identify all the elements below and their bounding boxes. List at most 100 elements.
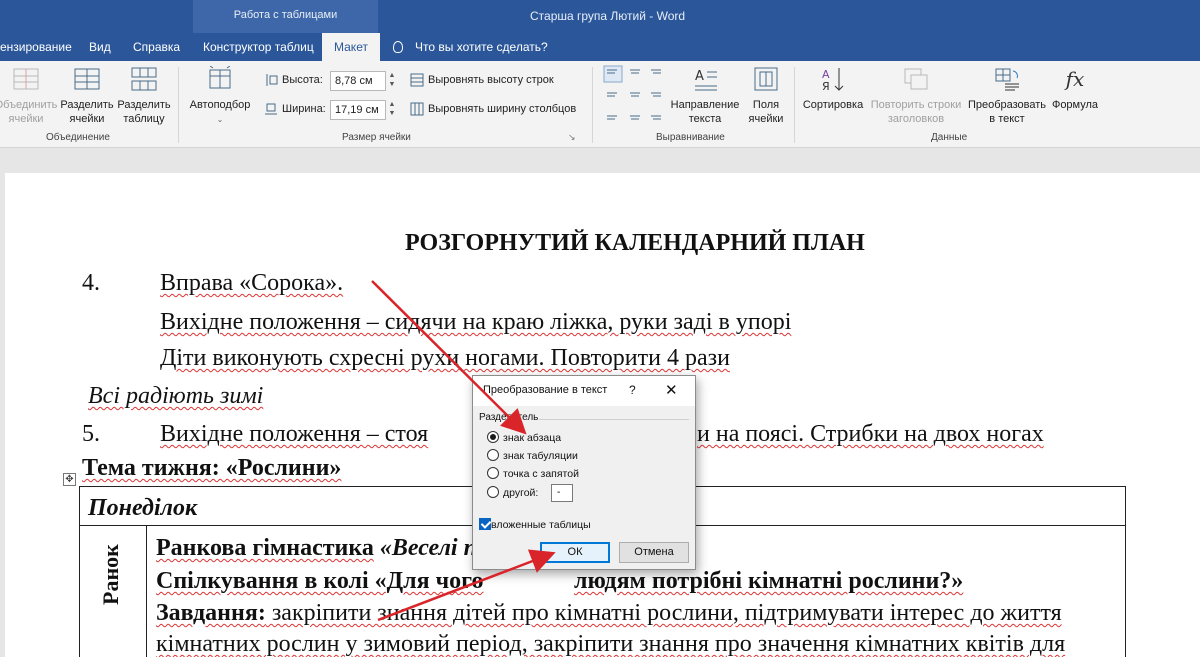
split-table-icon (131, 67, 157, 91)
distribute-rows-icon (410, 73, 424, 87)
distribute-columns-button[interactable]: Выровнять ширину столбцов (428, 103, 576, 115)
tab-help[interactable]: Справка (133, 33, 180, 61)
context-tab-header: Работа с таблицами (193, 0, 378, 33)
convert-to-text-button[interactable]: Преобразовать в текст (966, 66, 1048, 126)
data-group-label: Данные (931, 132, 968, 143)
sort-icon: AЯ (822, 68, 844, 92)
checkbox-checked[interactable] (479, 518, 491, 530)
svg-text:Я: Я (822, 80, 830, 92)
merge-cells-button[interactable]: Объединить ячейки (0, 66, 58, 126)
tab-review[interactable]: ензирование (0, 33, 72, 61)
tell-me-text: Что вы хотите сделать? (415, 40, 548, 54)
option-tab[interactable]: знак табуляции (487, 449, 578, 462)
exercise-line: и на поясі. Стрибки на двох ногах (697, 421, 1044, 447)
dialog-launcher-icon[interactable]: ↘ (568, 132, 576, 143)
tab-layout[interactable]: Макет (322, 33, 380, 61)
autofit-icon (209, 66, 231, 89)
option-semicolon[interactable]: точка с запятой (487, 467, 579, 480)
autofit-button[interactable]: Автоподбор ⌄ (184, 66, 256, 127)
formula-button[interactable]: fx Формула (1048, 66, 1102, 112)
option-paragraph-mark[interactable]: знак абзаца (487, 431, 561, 444)
radio[interactable] (487, 449, 499, 461)
group-divider (539, 419, 689, 420)
title-bar: Работа с таблицами Старша група Лютий - … (0, 0, 1200, 61)
split-cells-button[interactable]: Разделить ячейки (58, 66, 116, 126)
repeat-label-1: Повторить строки (870, 99, 962, 111)
table-move-handle-icon[interactable]: ✥ (63, 473, 76, 486)
list-number: 5. (82, 421, 100, 447)
option-label: точка с запятой (503, 468, 579, 480)
group-separator (178, 67, 179, 143)
option-label: знак абзаца (503, 432, 562, 444)
separator-group-label: Разделитель (479, 412, 539, 423)
text-direction-label-2: текста (688, 113, 722, 125)
other-separator-input[interactable]: - (551, 484, 573, 502)
formula-icon: fx (1065, 67, 1085, 91)
task-text: закріпити знання дітей про кімнатні росл… (265, 600, 1062, 626)
cell-margins-button[interactable]: Поля ячейки (744, 66, 788, 126)
radio-selected[interactable] (487, 431, 499, 443)
alignment-group-label: Выравнивание (656, 132, 725, 143)
exercise-line: Діти виконують схресні рухи ногами. Повт… (160, 345, 730, 371)
chevron-down-icon: ⌄ (216, 115, 224, 124)
morning-exercise-label: Ранкова гімнастика (156, 535, 374, 561)
distribute-columns-icon (410, 102, 424, 116)
height-input[interactable]: 8,78 см (330, 71, 386, 91)
split-cells-icon (74, 68, 100, 90)
table-border (79, 486, 80, 657)
italic-heading: Всі радіють зимі (88, 383, 264, 409)
cancel-button[interactable]: Отмена (619, 542, 689, 563)
split-cells-label-2: ячейки (69, 113, 105, 125)
sort-label: Сортировка (802, 99, 864, 111)
width-spinner[interactable]: ▲ ▼ (386, 100, 398, 120)
table-cell-text: Ранкова гімнастика «Веселі п (156, 535, 477, 562)
table-cell-text: Завдання: закріпити знання дітей про кім… (156, 600, 1062, 627)
split-table-button[interactable]: Разделить таблицу (116, 66, 172, 126)
radio[interactable] (487, 486, 499, 498)
option-other[interactable]: другой: (487, 486, 538, 499)
distribute-rows-button[interactable]: Выровнять высоту строк (428, 74, 554, 86)
ok-button[interactable]: ОК (540, 542, 610, 563)
exercise-line: Вихідне положення – сидячи на краю ліжка… (160, 309, 792, 335)
close-icon[interactable]: ✕ (665, 381, 678, 399)
tell-me-box[interactable]: Что вы хотите сделать? (393, 33, 548, 61)
sort-button[interactable]: AЯ Сортировка (800, 66, 866, 112)
lightbulb-icon (393, 41, 403, 53)
dialog-titlebar: Преобразование в текст ? ✕ (473, 376, 695, 406)
convert-label-2: в текст (989, 113, 1025, 125)
radio[interactable] (487, 467, 499, 479)
tab-view[interactable]: Вид (89, 33, 111, 61)
option-label: знак табуляции (503, 450, 578, 462)
cell-margins-label-2: ячейки (748, 113, 784, 125)
page-heading: РОЗГОРНУТИЙ КАЛЕНДАРНИЙ ПЛАН (405, 230, 865, 256)
help-button[interactable]: ? (629, 383, 636, 397)
morning-exercise-name: «Веселі п (379, 535, 477, 561)
table-border (146, 525, 147, 657)
merge-group-label: Объединение (46, 132, 110, 143)
width-input[interactable]: 17,19 см (330, 100, 386, 120)
convert-to-text-dialog: Преобразование в текст ? ✕ Разделитель з… (472, 375, 696, 570)
cell-alignment-grid-icon[interactable] (603, 65, 667, 127)
context-tab-label: Работа с таблицами (233, 9, 338, 21)
column-width-icon (265, 103, 277, 115)
height-spinner[interactable]: ▲ ▼ (386, 71, 398, 91)
nested-tables-checkbox[interactable]: вложенные таблицы (479, 518, 591, 531)
group-separator (794, 67, 795, 143)
table-border (1125, 486, 1126, 657)
split-table-label-1: Разделить (117, 99, 171, 111)
tab-table-design[interactable]: Конструктор таблиц (203, 33, 314, 61)
repeat-header-rows-button[interactable]: Повторить строки заголовков (866, 66, 966, 126)
text-direction-button[interactable]: A Направление текста (668, 66, 742, 126)
merge-label-1: Объединить (0, 99, 58, 111)
convert-label-1: Преобразовать (967, 99, 1047, 111)
week-theme: Тема тижня: «Рослини» (82, 455, 342, 481)
merge-cells-icon (13, 68, 39, 90)
cell-size-group-label: Размер ячейки (342, 132, 411, 143)
task-label: Завдання: (156, 600, 266, 626)
day-label: Понеділок (88, 495, 198, 521)
svg-text:A: A (695, 69, 704, 84)
split-table-label-2: таблицу (123, 113, 165, 125)
table-cell-text: людям потрібні кімнатні рослини?» (574, 568, 964, 594)
repeat-header-rows-icon (904, 68, 928, 90)
convert-to-text-icon (995, 68, 1019, 91)
